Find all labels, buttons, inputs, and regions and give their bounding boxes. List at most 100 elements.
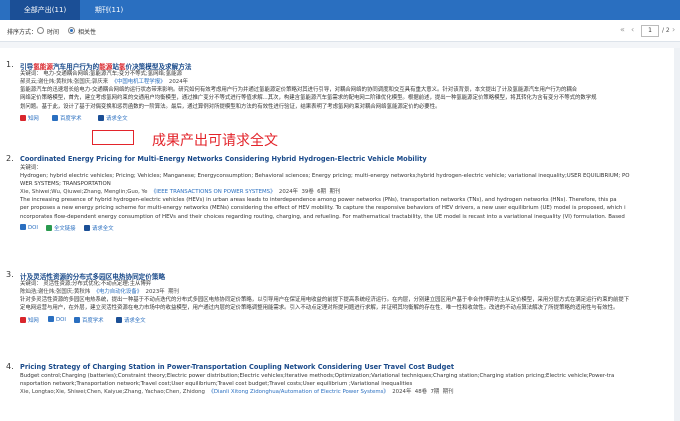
request-fulltext-button[interactable]: 请求全文 (116, 316, 146, 324)
item-journal[interactable]: 《中国电机工程学报》 (112, 79, 166, 85)
item-keywords-cont: nsportation network;Transportation netwo… (20, 381, 413, 387)
request-fulltext-button[interactable]: 请求全文 (98, 114, 128, 122)
action-label: 请求全文 (106, 116, 128, 122)
link-icon (46, 225, 52, 231)
item-abstract: 氢能源汽车的迅速增长给电力-交通耦合网络的运行状态带来影响。研究如何有效考虑用户… (20, 86, 674, 112)
baidu-scholar-link[interactable]: 百度学术 (52, 114, 82, 122)
item-meta: 郝灵云;谢仕炜;黄秋炜;张国庆;郭庆来 《中国电机工程学报》 2024年 (20, 78, 674, 86)
abstract-line: 划问题。基于此，设计了基于对偶变换和惩罚函数的一阶算法。最后，通过算例对所提模型… (20, 103, 441, 110)
item-type: 期刊 (329, 189, 341, 195)
item-meta: Xie, Shiwei;Wu, Qiuwei;Zhang, Menglin;Gu… (20, 188, 674, 196)
item-title[interactable]: Pricing Strategy of Charging Station in … (20, 363, 454, 371)
list-item: 4. Pricing Strategy of Charging Station … (6, 362, 674, 396)
action-label: DOI (56, 317, 66, 323)
action-label: 百度学术 (60, 116, 82, 122)
item-journal[interactable]: 《电力自动化设备》 (94, 289, 143, 295)
sort-toolbar: 排序方式： 时间 相关性 « ‹ 1 / 2 › (0, 20, 680, 42)
sort-label: 排序方式： (7, 29, 38, 36)
item-issue: 6期 (317, 189, 326, 195)
action-label: 知网 (28, 116, 39, 122)
result-tabs: 全部产出(11) 期刊(11) (0, 0, 680, 20)
item-number: 1. (6, 60, 14, 69)
doi-icon (20, 224, 26, 230)
abstract-line: 网络定价策略模型，首先，建立考虑氢网约束的交通用户均衡模型，通过推广变分不等式进… (20, 95, 597, 102)
doi-icon (48, 316, 54, 322)
item-keywords-cont: WER SYSTEMS; TRANSPORTATION (20, 181, 111, 187)
abstract-line: 氢能源汽车的迅速增长给电力-交通耦合网络的运行状态带来影响。研究如何有效考虑用户… (20, 87, 578, 93)
request-icon (98, 115, 104, 121)
item-issue: 7期 (430, 389, 440, 395)
cnki-link[interactable]: 知网 (20, 316, 39, 324)
item-authors: 陈灿浩;谢仕炜;张国庆;黄秋炜 (20, 289, 91, 295)
item-year: 2024年 (392, 389, 412, 395)
request-icon (84, 225, 90, 231)
item-actions: 知网 DOI 百度学术 请求全文 (20, 315, 674, 325)
prev-page-icon[interactable]: ‹ (631, 25, 634, 34)
item-authors: Xie, Shiwei;Wu, Qiuwei;Zhang, Menglin;Gu… (20, 189, 148, 195)
item-number: 2. (6, 154, 14, 163)
item-title[interactable]: Coordinated Energy Pricing for Multi-Ene… (20, 155, 427, 163)
sort-time-label[interactable]: 时间 (47, 27, 59, 36)
abstract-line: per proposes a new energy pricing scheme… (20, 205, 626, 212)
item-meta: Xie, Longtao;Xie, Shiwei;Chen, Kaiyue;Zh… (20, 388, 674, 396)
action-label: 全文链接 (54, 226, 76, 232)
item-meta: 陈灿浩;谢仕炜;张国庆;黄秋炜 《电力自动化设备》 2023年 期刊 (20, 288, 674, 296)
item-abstract: 针对多灵活性资源的多园区电热系统，提出一种基于不动点迭代的分布式多园区电热协同定… (20, 296, 674, 314)
item-journal[interactable]: 《IEEE TRANSACTIONS ON POWER SYSTEMS》 (151, 189, 276, 195)
highlight-box (92, 130, 134, 145)
list-item: 3. 计及灵活性资源的分布式多园区电热协同定价策略 关键词： 灵活性资源;分布式… (6, 270, 674, 325)
doi-link[interactable]: DOI (48, 316, 66, 323)
item-actions: DOI 全文链接 请求全文 (20, 223, 674, 233)
baidu-icon (52, 115, 58, 121)
first-page-icon[interactable]: « (620, 25, 625, 34)
item-abstract: The increasing presence of hybrid hydrog… (20, 196, 674, 222)
item-year: 2023年 (145, 289, 165, 295)
doi-link[interactable]: DOI (20, 224, 38, 231)
item-keywords: 关键词： 灵活性资源;分布式优化;不动点定理;主从博弈 (20, 281, 152, 287)
item-keywords: Budget control;Charging (batteries);Cons… (20, 373, 615, 379)
tab-journals[interactable]: 期刊(11) (82, 0, 136, 20)
abstract-line: The increasing presence of hybrid hydrog… (20, 197, 617, 203)
action-label: DOI (28, 225, 38, 231)
list-item: 2. Coordinated Energy Pricing for Multi-… (6, 154, 674, 233)
annotation-text: 成果产出可请求全文 (152, 133, 278, 149)
item-year: 2024年 (168, 79, 189, 85)
scrollbar[interactable] (674, 48, 680, 421)
item-volume: 39卷 (301, 189, 314, 195)
item-type: 期刊 (168, 289, 179, 295)
cnki-icon (20, 115, 26, 121)
sort-relevance-label[interactable]: 相关性 (78, 27, 96, 36)
next-page-icon[interactable]: › (672, 25, 675, 34)
abstract-line: ncorporates flow-dependent energy consum… (20, 213, 625, 220)
item-number: 3. (6, 270, 14, 279)
cnki-icon (20, 317, 26, 323)
page-number-input[interactable]: 1 (641, 25, 659, 37)
sort-relevance-radio[interactable] (68, 27, 75, 34)
request-icon (116, 317, 122, 323)
action-label: 请求全文 (124, 318, 146, 324)
list-item: 1. 引导氢能源汽车用户行为的能源站氢价决策模型及求解方法 关键词： 电力-交通… (6, 60, 674, 123)
item-keywords: Hydrogen; hybrid electric vehicles; Pric… (20, 173, 630, 179)
baidu-icon (74, 317, 80, 323)
item-volume: 48卷 (414, 389, 428, 395)
request-fulltext-button[interactable]: 请求全文 (84, 224, 114, 232)
item-type: 期刊 (442, 389, 454, 395)
item-keywords-label: 关键词： (20, 165, 42, 171)
fulltext-link[interactable]: 全文链接 (46, 224, 76, 232)
tab-all-outputs[interactable]: 全部产出(11) (10, 0, 80, 20)
item-authors: 郝灵云;谢仕炜;黄秋炜;张国庆;郭庆来 (20, 79, 109, 85)
cnki-link[interactable]: 知网 (20, 114, 39, 122)
action-label: 知网 (28, 318, 39, 324)
result-list: 1. 引导氢能源汽车用户行为的能源站氢价决策模型及求解方法 关键词： 电力-交通… (0, 48, 680, 421)
sort-time-radio[interactable] (37, 27, 44, 34)
abstract-line: 针对多灵活性资源的多园区电热系统，提出一种基于不动点迭代的分布式多园区电热协同定… (20, 297, 630, 303)
action-label: 百度学术 (82, 318, 104, 324)
baidu-scholar-link[interactable]: 百度学术 (74, 316, 104, 324)
abstract-line: 定电网运营与用户，在外层，建立灵活性资源在电力市场中的收益模型，用户通过内层的定… (20, 305, 619, 312)
item-authors: Xie, Longtao;Xie, Shiwei;Chen, Kaiyue;Zh… (20, 389, 205, 395)
item-journal[interactable]: 《Dianli Xitong Zidonghua/Automation of E… (208, 389, 388, 395)
item-number: 4. (6, 362, 14, 371)
action-label: 请求全文 (92, 226, 114, 232)
page-total: / 2 (662, 27, 670, 34)
item-actions: 知网 百度学术 请求全文 (20, 113, 674, 123)
